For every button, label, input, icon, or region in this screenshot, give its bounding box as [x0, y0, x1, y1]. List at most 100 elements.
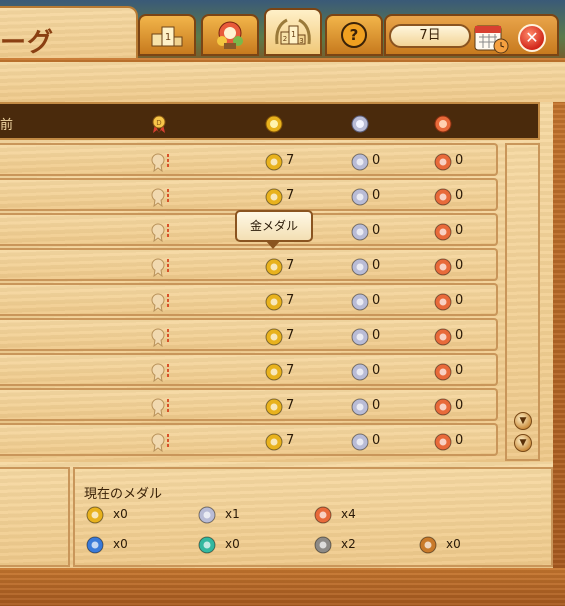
rank-ribbon-icon: [150, 362, 172, 383]
left-info-box: [0, 467, 70, 567]
gold-medal-icon: [86, 506, 104, 524]
tab-ranking-podium[interactable]: 2 1 3: [264, 8, 322, 56]
table-row[interactable]: 7 0 0: [0, 248, 498, 281]
copper-medal-icon: [419, 536, 437, 554]
silver-medal-icon: [351, 328, 369, 346]
table-row[interactable]: 7 0 0: [0, 423, 498, 456]
gold-medal-icon: [265, 258, 283, 276]
bronze-count-value: 0: [455, 328, 464, 343]
silver-medal-count: 0: [350, 327, 400, 346]
silver-medal-icon: [351, 188, 369, 206]
silver-medal-icon: [198, 506, 216, 524]
table-row[interactable]: 7 0 0: [0, 388, 498, 421]
bronze-medal-icon: [434, 398, 452, 416]
silver-medal-icon: [351, 258, 369, 276]
bronze-count-value: 0: [455, 258, 464, 273]
header-label: 前: [0, 118, 14, 133]
grey-medal-icon: [314, 536, 332, 554]
table-row[interactable]: 7 0 0: [0, 143, 498, 176]
podium-icon: 1: [151, 26, 183, 47]
gold-medal-count: x0: [113, 507, 128, 521]
tab-help[interactable]: ?: [325, 14, 383, 56]
bronze-count-value: 0: [455, 363, 464, 378]
bronze-count-value: 0: [455, 153, 464, 168]
silver-count-value: 0: [372, 328, 381, 343]
silver-count-value: 0: [372, 223, 381, 238]
bronze-medal-icon: [434, 433, 452, 451]
table-row[interactable]: 7 0 0: [0, 353, 498, 386]
bronze-count-value: 0: [455, 188, 464, 203]
silver-medal-icon: [351, 398, 369, 416]
gold-count-value: 7: [286, 328, 295, 343]
gold-medal-count: 7: [264, 187, 314, 206]
silver-medal-icon: [351, 153, 369, 171]
rank-ribbon-icon: [150, 327, 172, 348]
bronze-medal-count: 0: [433, 257, 483, 276]
bronze-medal-count: 0: [433, 187, 483, 206]
bronze-medal-icon: [434, 115, 452, 133]
grey-medal-count: x2: [341, 537, 356, 551]
gold-medal-inventory: x0: [85, 505, 145, 525]
laurel-podium-icon: 2 1 3: [275, 18, 311, 45]
gold-medal-icon: [265, 398, 283, 416]
table-row[interactable]: 7 0 0: [0, 178, 498, 211]
silver-medal-icon: [351, 363, 369, 381]
bronze-medal-icon: [314, 506, 332, 524]
gold-medal-icon: [265, 153, 283, 171]
table-row[interactable]: 7 0 0: [0, 283, 498, 316]
silver-medal-count: 0: [350, 397, 400, 416]
svg-text:D: D: [156, 119, 161, 127]
bronze-medal-count: 0: [433, 292, 483, 311]
tab-flower-wreath[interactable]: [201, 14, 259, 56]
teal-medal-inventory: x0: [197, 535, 257, 555]
calendar-clock-icon[interactable]: [473, 22, 509, 54]
svg-text:?: ?: [350, 26, 359, 44]
gold-medal-count: 7: [264, 327, 314, 346]
gold-medal-icon: [265, 328, 283, 346]
silver-count-value: 0: [372, 293, 381, 308]
silver-medal-count: 0: [350, 432, 400, 451]
rank-ribbon-icon: [150, 397, 172, 418]
gold-medal-count: 7: [264, 152, 314, 171]
bronze-medal-count: 0: [433, 327, 483, 346]
scrollbar[interactable]: ▼ ▼: [505, 143, 540, 461]
gold-count-value: 7: [286, 363, 295, 378]
teal-medal-count: x0: [225, 537, 240, 551]
close-button[interactable]: ✕: [518, 24, 546, 52]
tab-podium-1[interactable]: 1: [138, 14, 196, 56]
bronze-medal-icon: [434, 188, 452, 206]
title-tab: ーグ: [0, 6, 138, 66]
copper-medal-count: x0: [446, 537, 461, 551]
silver-medal-icon: [351, 223, 369, 241]
bronze-medal-icon: [434, 293, 452, 311]
blue-medal-icon: [86, 536, 104, 554]
scroll-down-button[interactable]: ▼: [514, 412, 532, 430]
gold-medal-count: 7: [264, 432, 314, 451]
copper-medal-inventory: x0: [418, 535, 478, 555]
grey-medal-inventory: x2: [313, 535, 373, 555]
bronze-count-value: 0: [455, 398, 464, 413]
silver-medal-count: 0: [350, 292, 400, 311]
bronze-count-value: 0: [455, 293, 464, 308]
silver-count-value: 0: [372, 433, 381, 448]
silver-medal-count: 0: [350, 152, 400, 171]
rank-ribbon-icon: [150, 292, 172, 313]
rank-ribbon-icon: [150, 187, 172, 208]
table-row[interactable]: 7 0 0: [0, 318, 498, 351]
gold-count-value: 7: [286, 188, 295, 203]
gold-medal-count: 7: [264, 397, 314, 416]
silver-count-value: 0: [372, 258, 381, 273]
scroll-bottom-button[interactable]: ▼: [514, 434, 532, 452]
gold-medal-count: 7: [264, 362, 314, 381]
gold-count-value: 7: [286, 293, 295, 308]
rank-ribbon-icon: [150, 152, 172, 173]
bronze-medal-count: 0: [433, 432, 483, 451]
table-header: 前 D: [0, 102, 540, 140]
svg-text:1: 1: [165, 32, 171, 43]
rank-ribbon-icon: [150, 222, 172, 243]
gold-medal-icon: [265, 115, 283, 133]
blue-medal-count: x0: [113, 537, 128, 551]
bronze-medal-count: 0: [433, 362, 483, 381]
rank-ribbon-icon: D: [152, 115, 166, 133]
silver-medal-count: x1: [225, 507, 240, 521]
